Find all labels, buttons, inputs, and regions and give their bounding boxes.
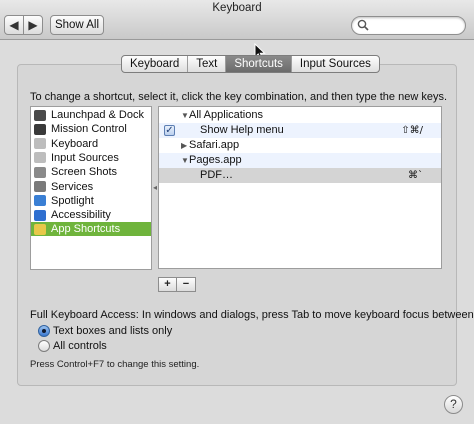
services-gear-icon — [34, 181, 46, 192]
shortcut-list[interactable]: ▼ All Applications ✓ Show Help menu ⇧⌘/▶ Safa… — [158, 106, 442, 269]
back-button[interactable]: ◀ — [4, 15, 24, 35]
radio-text-boxes[interactable]: Text boxes and lists only — [38, 325, 172, 337]
shortcut-keys[interactable]: ⌘` — [408, 168, 423, 183]
tab-input-sources[interactable]: Input Sources — [292, 56, 379, 72]
sidebar-item-label: Accessibility — [51, 209, 111, 222]
sidebar-item-label: Keyboard — [51, 137, 99, 150]
app-shortcuts-icon — [34, 223, 46, 235]
shortcut-label: All Applications — [189, 109, 263, 121]
sidebar-item-label: Mission Control — [51, 123, 127, 136]
window-title: Keyboard — [212, 2, 262, 14]
instruction-text: To change a shortcut, select it, click t… — [30, 91, 448, 103]
sidebar-item-label: Screen Shots — [51, 166, 118, 179]
radio-all-controls[interactable]: All controls — [38, 340, 107, 352]
sidebar-item-spotlight[interactable]: Spotlight — [31, 194, 151, 208]
radio-label-all-controls: All controls — [53, 340, 107, 352]
radio-label-text-boxes: Text boxes and lists only — [53, 325, 173, 337]
shortcut-keys[interactable]: ⇧⌘/ — [401, 123, 423, 138]
sidebar-item-input-sources[interactable]: Input Sources — [31, 151, 151, 165]
window-toolbar: Keyboard ◀ ▶ Show All — [0, 0, 474, 40]
remove-shortcut-button[interactable]: − — [177, 277, 196, 292]
enabled-checkbox[interactable]: ✓ — [164, 125, 175, 136]
tab-keyboard[interactable]: Keyboard — [122, 56, 189, 72]
shortcut-label: PDF… — [200, 169, 233, 181]
search-field[interactable] — [351, 16, 466, 35]
sidebar-item-accessibility[interactable]: Accessibility — [31, 208, 151, 222]
disclosure-open-icon[interactable]: ▼ — [181, 153, 189, 168]
tab-text[interactable]: Text — [188, 56, 227, 72]
shortcut-row[interactable]: ▼ All Applications — [159, 108, 441, 123]
sidebar-item-label: Input Sources — [51, 151, 119, 164]
shortcut-row[interactable]: ▶ Safari.app — [159, 138, 441, 153]
search-icon — [357, 19, 369, 31]
launchpad-dock-icon — [34, 109, 46, 121]
input-sources-icon — [34, 152, 46, 164]
accessibility-icon — [34, 209, 46, 221]
tab-bar: Keyboard Text Shortcuts Input Sources — [121, 55, 380, 73]
add-shortcut-button[interactable]: + — [158, 277, 177, 292]
radio-button[interactable] — [38, 340, 50, 352]
shortcut-row[interactable]: ▼ Pages.app — [159, 153, 441, 168]
keyboard-icon — [34, 138, 46, 150]
full-keyboard-access-label: Full Keyboard Access: In windows and dia… — [30, 309, 474, 321]
sidebar-item-screen-shots[interactable]: Screen Shots — [31, 165, 151, 179]
disclosure-open-icon[interactable]: ▼ — [181, 108, 189, 123]
mission-control-icon — [34, 123, 46, 135]
screen-shots-icon — [34, 166, 46, 178]
sidebar-item-label: Launchpad & Dock — [51, 109, 144, 121]
sidebar-item-label: Spotlight — [51, 194, 94, 207]
sidebar-item-label: Services — [51, 180, 94, 193]
show-all-button[interactable]: Show All — [50, 15, 104, 35]
sidebar-item-services[interactable]: Services — [31, 180, 151, 194]
splitter-handle-icon[interactable]: ◂ — [153, 183, 157, 192]
shortcut-label: Show Help menu — [200, 124, 284, 136]
sidebar-item-keyboard[interactable]: Keyboard — [31, 137, 151, 151]
spotlight-icon — [34, 195, 46, 207]
shortcut-row[interactable]: ✓ Show Help menu ⇧⌘/ — [159, 123, 441, 138]
shortcut-row[interactable]: PDF… ⌘` — [159, 168, 441, 183]
shortcut-label: Pages.app — [189, 154, 242, 166]
search-input[interactable] — [372, 18, 462, 33]
category-list[interactable]: Launchpad & Dock Mission Control Keyboard I… — [30, 106, 152, 270]
sidebar-item-app-shortcuts[interactable]: App Shortcuts — [31, 222, 151, 237]
sidebar-item-launchpad-dock[interactable]: Launchpad & Dock — [31, 108, 151, 122]
sidebar-item-mission-control[interactable]: Mission Control — [31, 122, 151, 136]
disclosure-closed-icon[interactable]: ▶ — [181, 138, 187, 153]
help-button[interactable]: ? — [444, 395, 463, 414]
hint-text: Press Control+F7 to change this setting. — [30, 359, 200, 370]
sidebar-item-label: App Shortcuts — [51, 223, 121, 236]
tab-shortcuts[interactable]: Shortcuts — [226, 56, 292, 72]
add-remove-buttons: + − — [158, 277, 196, 292]
shortcut-label: Safari.app — [189, 139, 240, 151]
forward-button[interactable]: ▶ — [23, 15, 43, 35]
radio-button-selected[interactable] — [38, 325, 50, 337]
